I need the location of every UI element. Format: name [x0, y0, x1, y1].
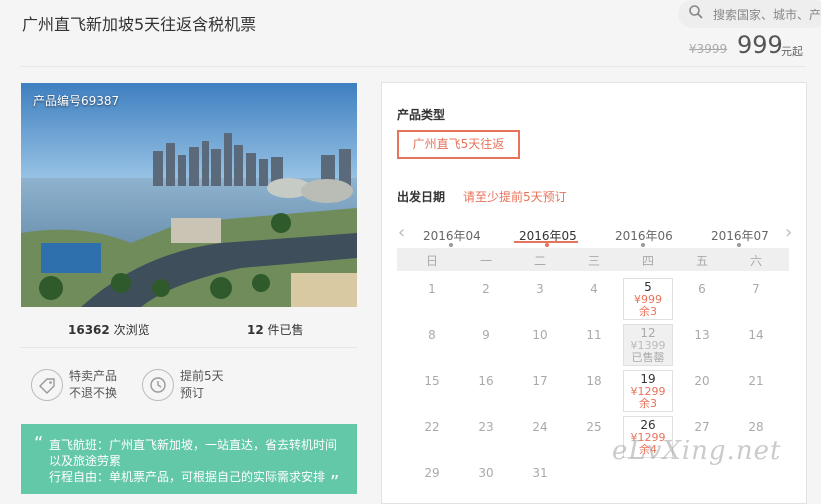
- calendar-day: 3: [536, 282, 544, 296]
- booking-note: 请至少提前5天预订: [463, 190, 567, 204]
- calendar-day: 7: [752, 282, 760, 296]
- calendar-day: 22: [424, 420, 440, 434]
- clock-icon: [142, 369, 174, 401]
- price-unit: 元起: [781, 45, 803, 58]
- tab-month-2016-04[interactable]: 2016年04: [423, 227, 481, 244]
- weekday-label: 一: [479, 254, 492, 268]
- calendar-day: 1: [428, 282, 436, 296]
- calendar-day: 28: [748, 420, 764, 434]
- calendar-day: 18: [586, 374, 602, 388]
- calendar-day: 27: [694, 420, 710, 434]
- quote-open-icon: “: [34, 433, 44, 454]
- search-placeholder[interactable]: 搜索国家、城市、产: [713, 6, 821, 23]
- calendar-day: 13: [694, 328, 710, 342]
- tab-month-2016-06[interactable]: 2016年06: [615, 227, 673, 244]
- calendar-day: 29: [424, 466, 440, 480]
- calendar-day-soldout: 12 ¥1399 已售罄: [623, 324, 673, 366]
- current-price: 999: [737, 31, 783, 59]
- views-stat: 16362 次浏览: [68, 323, 150, 337]
- calendar-day-available[interactable]: 19 ¥1299 余3: [623, 370, 673, 412]
- month-dot: [737, 243, 741, 247]
- calendar-day: 6: [698, 282, 706, 296]
- calendar-day: 9: [482, 328, 490, 342]
- calendar-day: 4: [590, 282, 598, 296]
- stats-divider: [20, 347, 357, 348]
- calendar-day: 20: [694, 374, 710, 388]
- calendar-day: 14: [748, 328, 764, 342]
- original-price: ¥3999: [689, 42, 728, 56]
- calendar-day: 16: [478, 374, 494, 388]
- feature-advance: 提前5天 预订: [180, 369, 224, 400]
- highlight-text: 直飞航班：广州直飞新加坡，一站直达，省去转机时间以及旅途劳累 行程自由：单机票产…: [49, 438, 338, 484]
- departure-date-label: 出发日期: [397, 190, 446, 204]
- weekday-label: 五: [695, 254, 708, 268]
- calendar-day: 2: [482, 282, 490, 296]
- day-remaining: 余3: [639, 305, 657, 318]
- calendar-day: 31: [532, 466, 548, 480]
- month-dot: [641, 243, 645, 247]
- product-id: 产品编号69387: [33, 94, 120, 108]
- calendar-day: 8: [428, 328, 436, 342]
- product-type-option[interactable]: 广州直飞5天往返: [397, 130, 520, 159]
- month-dot: [545, 243, 549, 247]
- calendar-day: 24: [532, 420, 548, 434]
- feature-special: 特卖产品 不退不换: [69, 369, 118, 400]
- weekday-label: 日: [425, 254, 438, 268]
- sold-stat: 12 件已售: [247, 323, 304, 337]
- day-remaining: 已售罄: [631, 351, 665, 364]
- weekday-label: 六: [749, 254, 762, 268]
- chevron-right-icon[interactable]: ›: [785, 222, 792, 243]
- watermark: eLvXing.net: [612, 436, 782, 466]
- calendar-day: 11: [586, 328, 602, 342]
- calendar-day: 17: [532, 374, 548, 388]
- page-title: 广州直飞新加坡5天往返含税机票: [22, 15, 257, 34]
- month-dot: [449, 243, 453, 247]
- calendar-day-available[interactable]: 5 ¥999 余3: [623, 278, 673, 320]
- calendar-day: 10: [532, 328, 548, 342]
- tab-month-2016-07[interactable]: 2016年07: [711, 227, 769, 244]
- search-icon[interactable]: [688, 4, 704, 20]
- calendar-day: 25: [586, 420, 602, 434]
- tag-icon: [31, 369, 63, 401]
- product-photo: [21, 83, 357, 307]
- header-divider: [20, 66, 806, 67]
- weekday-label: 二: [533, 254, 546, 268]
- weekday-label: 四: [641, 254, 654, 268]
- day-remaining: 余3: [639, 397, 657, 410]
- calendar-day: 21: [748, 374, 764, 388]
- weekday-label: 三: [587, 254, 600, 268]
- product-type-label: 产品类型: [397, 108, 446, 122]
- calendar-day: 30: [478, 466, 494, 480]
- calendar-day: 15: [424, 374, 440, 388]
- chevron-left-icon[interactable]: ‹: [398, 222, 405, 243]
- calendar-day: 23: [478, 420, 494, 434]
- quote-close-icon: ”: [330, 472, 340, 493]
